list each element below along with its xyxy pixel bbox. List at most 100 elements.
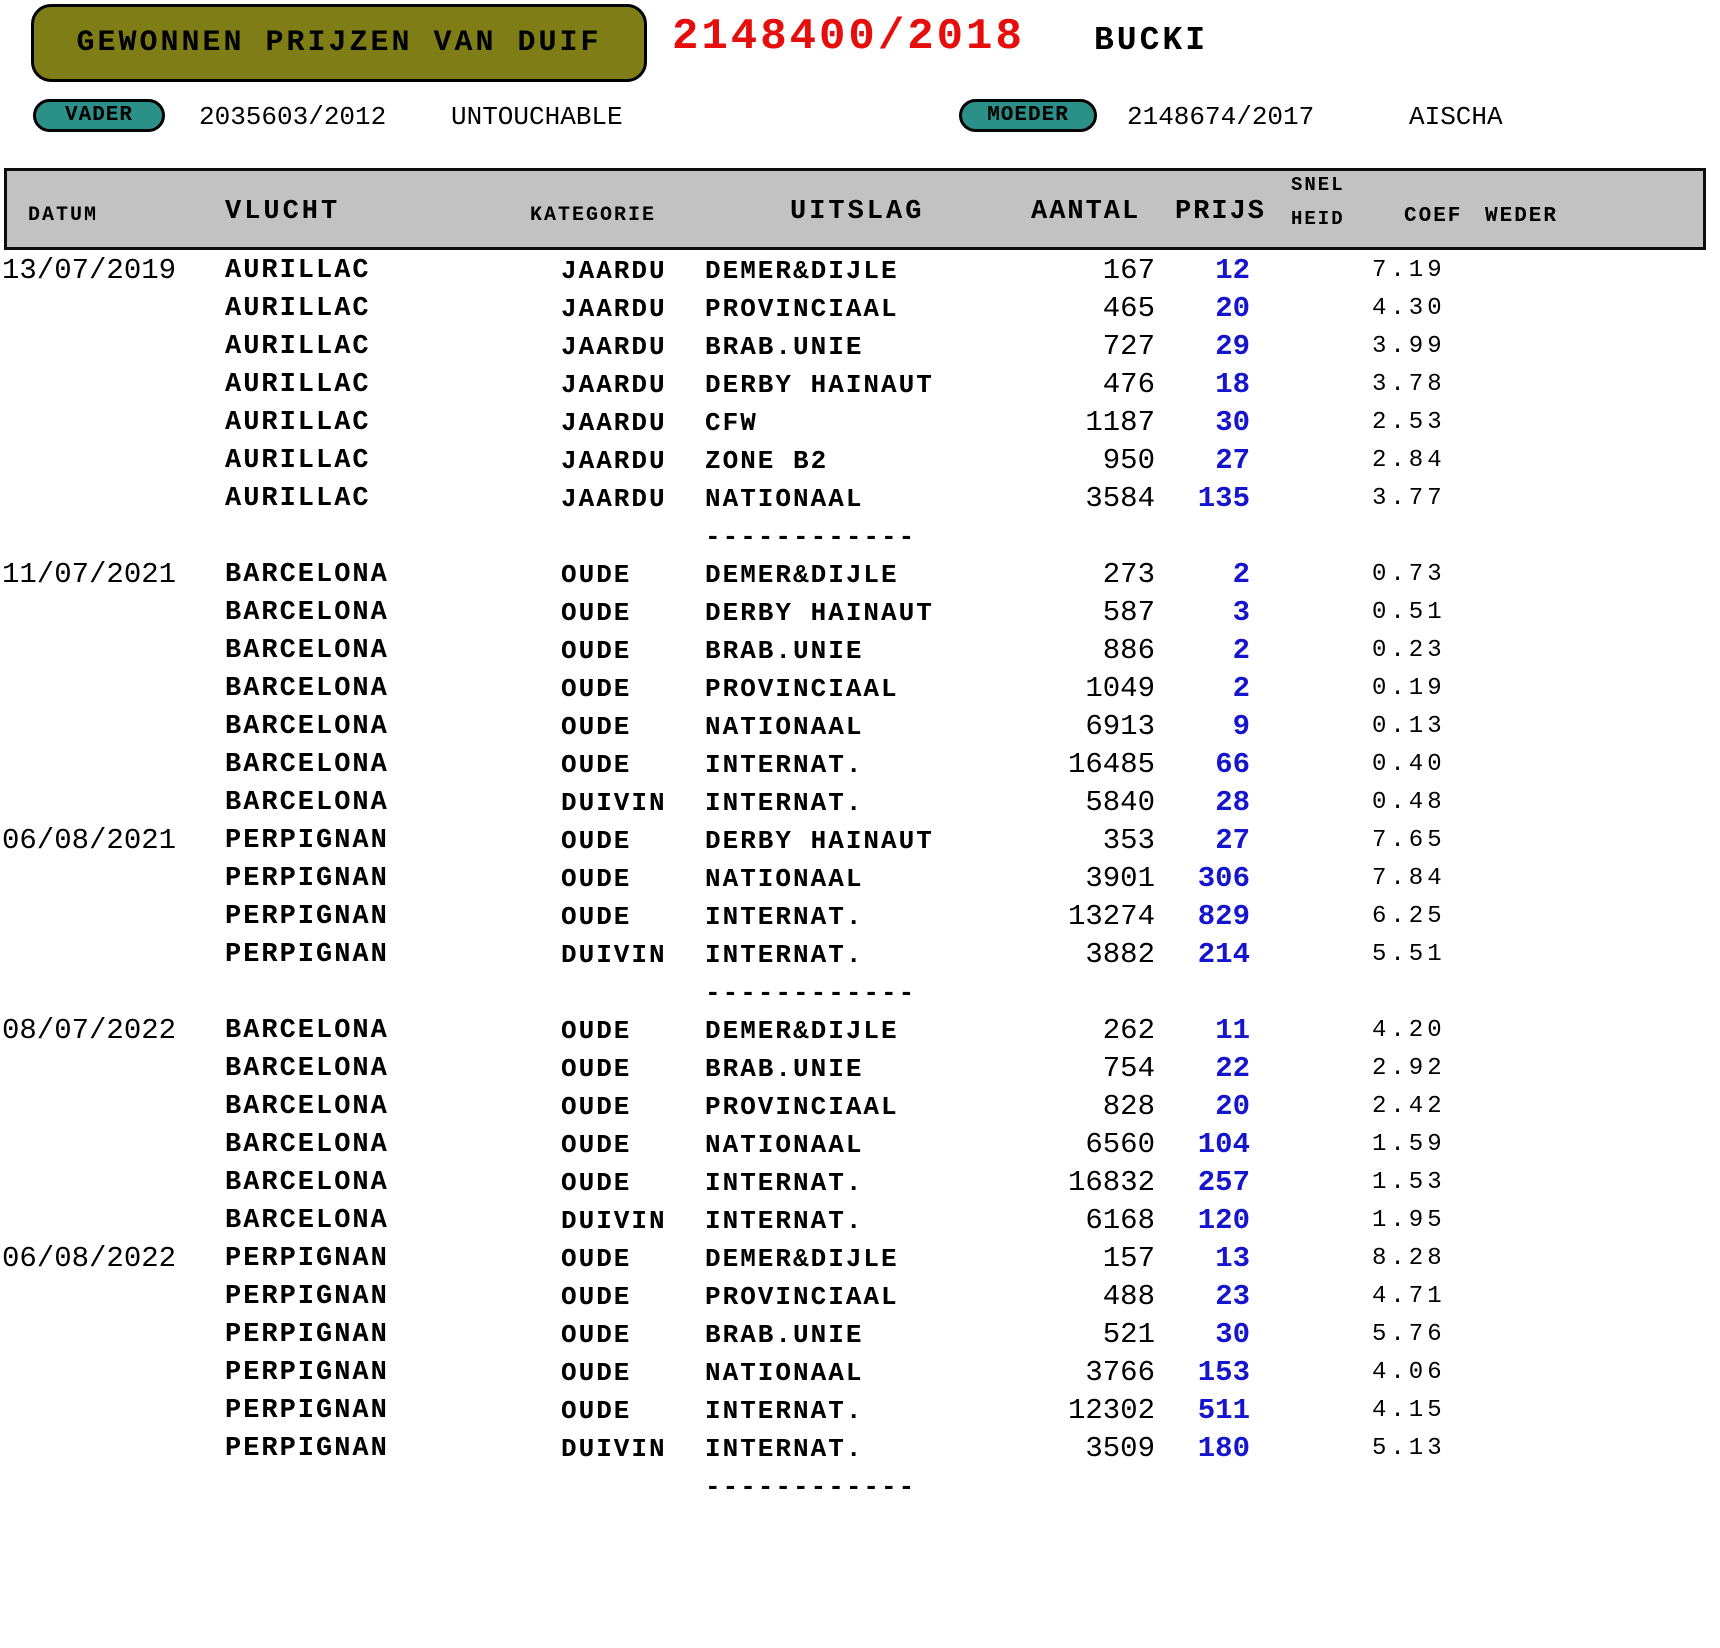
vader-badge[interactable]: VADER (33, 99, 165, 132)
cell-uitslag: BRAB.UNIE (705, 1316, 863, 1354)
cell-kategorie: DUIVIN (561, 936, 667, 974)
cell-datum: 08/07/2022 (2, 1012, 176, 1050)
pigeon-prizes-report: { "header": { "title": "GEWONNEN PRIJZEN… (0, 0, 1720, 1648)
cell-prijs: 180 (1090, 1430, 1250, 1468)
table-row: 11/07/2021 BARCELONA OUDE DEMER&DIJLE 27… (0, 556, 1720, 594)
cell-uitslag: DEMER&DIJLE (705, 252, 899, 290)
title-button[interactable]: GEWONNEN PRIJZEN VAN DUIF (31, 4, 647, 82)
moeder-ring-number: 2148674/2017 (1127, 102, 1314, 132)
cell-vlucht: BARCELONA (225, 1202, 389, 1240)
cell-kategorie: OUDE (561, 1392, 631, 1430)
table-row: AURILLAC JAARDU ZONE B2 950 27 2.84 (0, 442, 1720, 480)
cell-prijs: 104 (1090, 1126, 1250, 1164)
cell-uitslag: DEMER&DIJLE (705, 1012, 899, 1050)
table-row: 13/07/2019 AURILLAC JAARDU DEMER&DIJLE 1… (0, 252, 1720, 290)
table-row: PERPIGNAN OUDE INTERNAT. 12302 511 4.15 (0, 1392, 1720, 1430)
cell-datum: 06/08/2022 (2, 1240, 176, 1278)
cell-kategorie: OUDE (561, 822, 631, 860)
cell-prijs: 27 (1090, 442, 1250, 480)
cell-kategorie: JAARDU (561, 480, 667, 518)
separator-dashes: ------------ (705, 518, 916, 556)
cell-prijs: 135 (1090, 480, 1250, 518)
cell-vlucht: BARCELONA (225, 1088, 389, 1126)
column-header-prijs: PRIJS (1175, 197, 1266, 227)
table-row: 06/08/2021 PERPIGNAN OUDE DERBY HAINAUT … (0, 822, 1720, 860)
table-row: AURILLAC JAARDU BRAB.UNIE 727 29 3.99 (0, 328, 1720, 366)
cell-kategorie: JAARDU (561, 366, 667, 404)
cell-coef: 2.42 (1372, 1088, 1446, 1126)
table-row: BARCELONA OUDE BRAB.UNIE 754 22 2.92 (0, 1050, 1720, 1088)
cell-prijs: 12 (1090, 252, 1250, 290)
cell-datum: 06/08/2021 (2, 822, 176, 860)
cell-coef: 2.92 (1372, 1050, 1446, 1088)
cell-prijs: 20 (1090, 290, 1250, 328)
column-header-snelheid-line1: SNEL (1291, 174, 1345, 196)
results-table: 13/07/2019 AURILLAC JAARDU DEMER&DIJLE 1… (0, 252, 1720, 1506)
cell-prijs: 30 (1090, 1316, 1250, 1354)
cell-uitslag: NATIONAAL (705, 1354, 863, 1392)
cell-prijs: 3 (1090, 594, 1250, 632)
cell-coef: 5.13 (1372, 1430, 1446, 1468)
cell-uitslag: INTERNAT. (705, 1392, 863, 1430)
cell-vlucht: BARCELONA (225, 594, 389, 632)
cell-vlucht: BARCELONA (225, 1126, 389, 1164)
cell-uitslag: INTERNAT. (705, 1164, 863, 1202)
cell-prijs: 2 (1090, 556, 1250, 594)
cell-kategorie: OUDE (561, 556, 631, 594)
separator-row: ------------ (0, 974, 1720, 1012)
cell-coef: 2.53 (1372, 404, 1446, 442)
cell-uitslag: INTERNAT. (705, 936, 863, 974)
cell-vlucht: AURILLAC (225, 480, 371, 518)
cell-coef: 3.99 (1372, 328, 1446, 366)
cell-kategorie: OUDE (561, 1354, 631, 1392)
cell-vlucht: PERPIGNAN (225, 822, 389, 860)
moeder-badge[interactable]: MOEDER (959, 99, 1097, 132)
cell-prijs: 23 (1090, 1278, 1250, 1316)
cell-uitslag: DEMER&DIJLE (705, 1240, 899, 1278)
table-row: BARCELONA OUDE DERBY HAINAUT 587 3 0.51 (0, 594, 1720, 632)
cell-vlucht: BARCELONA (225, 1012, 389, 1050)
cell-prijs: 9 (1090, 708, 1250, 746)
cell-vlucht: PERPIGNAN (225, 898, 389, 936)
cell-prijs: 27 (1090, 822, 1250, 860)
cell-coef: 2.84 (1372, 442, 1446, 480)
table-row: AURILLAC JAARDU PROVINCIAAL 465 20 4.30 (0, 290, 1720, 328)
cell-uitslag: PROVINCIAAL (705, 670, 899, 708)
moeder-badge-label: MOEDER (987, 104, 1069, 127)
column-header-datum: DATUM (28, 204, 98, 227)
cell-coef: 7.19 (1372, 252, 1446, 290)
cell-vlucht: AURILLAC (225, 252, 371, 290)
separator-row: ------------ (0, 1468, 1720, 1506)
table-header: DATUM VLUCHT KATEGORIE UITSLAG AANTAL PR… (4, 168, 1706, 250)
table-row: PERPIGNAN OUDE PROVINCIAAL 488 23 4.71 (0, 1278, 1720, 1316)
cell-uitslag: DERBY HAINAUT (705, 594, 934, 632)
cell-uitslag: BRAB.UNIE (705, 328, 863, 366)
cell-kategorie: DUIVIN (561, 1430, 667, 1468)
cell-coef: 0.73 (1372, 556, 1446, 594)
column-header-coef: COEF (1404, 205, 1462, 228)
cell-kategorie: DUIVIN (561, 1202, 667, 1240)
table-row: BARCELONA OUDE NATIONAAL 6560 104 1.59 (0, 1126, 1720, 1164)
table-row: BARCELONA DUIVIN INTERNAT. 5840 28 0.48 (0, 784, 1720, 822)
column-header-vlucht: VLUCHT (225, 197, 340, 227)
cell-prijs: 257 (1090, 1164, 1250, 1202)
cell-vlucht: AURILLAC (225, 328, 371, 366)
cell-coef: 7.84 (1372, 860, 1446, 898)
cell-vlucht: BARCELONA (225, 708, 389, 746)
cell-uitslag: NATIONAAL (705, 1126, 863, 1164)
cell-prijs: 511 (1090, 1392, 1250, 1430)
cell-coef: 4.20 (1372, 1012, 1446, 1050)
table-row: 08/07/2022 BARCELONA OUDE DEMER&DIJLE 26… (0, 1012, 1720, 1050)
cell-coef: 3.78 (1372, 366, 1446, 404)
cell-uitslag: BRAB.UNIE (705, 632, 863, 670)
cell-prijs: 2 (1090, 670, 1250, 708)
cell-kategorie: OUDE (561, 898, 631, 936)
column-header-aantal: AANTAL (1031, 197, 1140, 227)
cell-uitslag: INTERNAT. (705, 746, 863, 784)
cell-prijs: 13 (1090, 1240, 1250, 1278)
cell-coef: 1.53 (1372, 1164, 1446, 1202)
cell-vlucht: PERPIGNAN (225, 1430, 389, 1468)
table-row: BARCELONA OUDE PROVINCIAAL 1049 2 0.19 (0, 670, 1720, 708)
cell-vlucht: PERPIGNAN (225, 1278, 389, 1316)
table-row: AURILLAC JAARDU DERBY HAINAUT 476 18 3.7… (0, 366, 1720, 404)
